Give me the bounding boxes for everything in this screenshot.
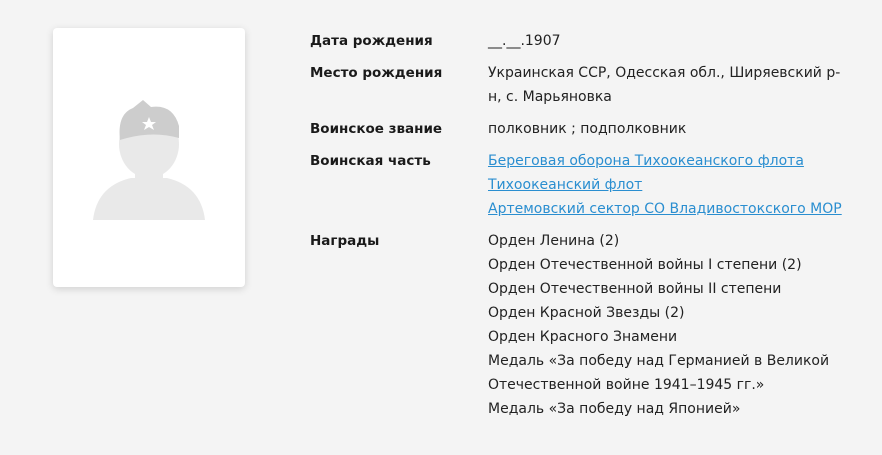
award-item: Орден Отечественной войны I степени (2) xyxy=(488,257,802,273)
awards-list: Орден Ленина (2) Орден Отечественной вой… xyxy=(488,229,853,421)
row-rank: Воинское звание полковник ; подполковник xyxy=(310,117,870,141)
soldier-silhouette-icon xyxy=(93,100,205,220)
rank-value: полковник ; подполковник xyxy=(488,121,687,137)
award-item: Орден Отечественной войны II степени xyxy=(488,281,782,297)
award-item: Орден Красного Знамени xyxy=(488,329,678,345)
birth-place-value: Украинская ССР, Одесская обл., Ширяевски… xyxy=(488,65,841,105)
award-item: Медаль «За победу над Германией в Велико… xyxy=(488,353,830,369)
award-item: Отечественной войне 1941–1945 гг.» xyxy=(488,377,765,393)
photo-placeholder xyxy=(53,28,245,287)
award-item: Орден Красной Звезды (2) xyxy=(488,305,685,321)
unit-link-pacific-coastal-defense[interactable]: Береговая оборона Тихоокеанского флота xyxy=(488,149,853,173)
person-record: Дата рождения __.__.1907 Место рождения … xyxy=(0,0,882,455)
unit-links: Береговая оборона Тихоокеанского флота Т… xyxy=(488,149,853,221)
row-birth-place: Место рождения Украинская ССР, Одесская … xyxy=(310,61,870,109)
birth-date-value: __.__.1907 xyxy=(488,33,561,49)
award-item: Медаль «За победу над Японией» xyxy=(488,401,741,417)
unit-link-artemovsky-sector[interactable]: Артемовский сектор СО Владивостокского М… xyxy=(488,197,853,221)
award-item: Орден Ленина (2) xyxy=(488,233,620,249)
unit-link-pacific-fleet[interactable]: Тихоокеанский флот xyxy=(488,173,853,197)
unit-label: Воинская часть xyxy=(310,153,431,169)
birth-place-label: Место рождения xyxy=(310,65,443,81)
row-unit: Воинская часть Береговая оборона Тихооке… xyxy=(310,149,870,221)
awards-label: Награды xyxy=(310,233,380,249)
rank-label: Воинское звание xyxy=(310,121,443,137)
info-table: Дата рождения __.__.1907 Место рождения … xyxy=(310,29,870,429)
row-birth-date: Дата рождения __.__.1907 xyxy=(310,29,870,53)
birth-date-label: Дата рождения xyxy=(310,33,433,49)
row-awards: Награды Орден Ленина (2) Орден Отечестве… xyxy=(310,229,870,421)
